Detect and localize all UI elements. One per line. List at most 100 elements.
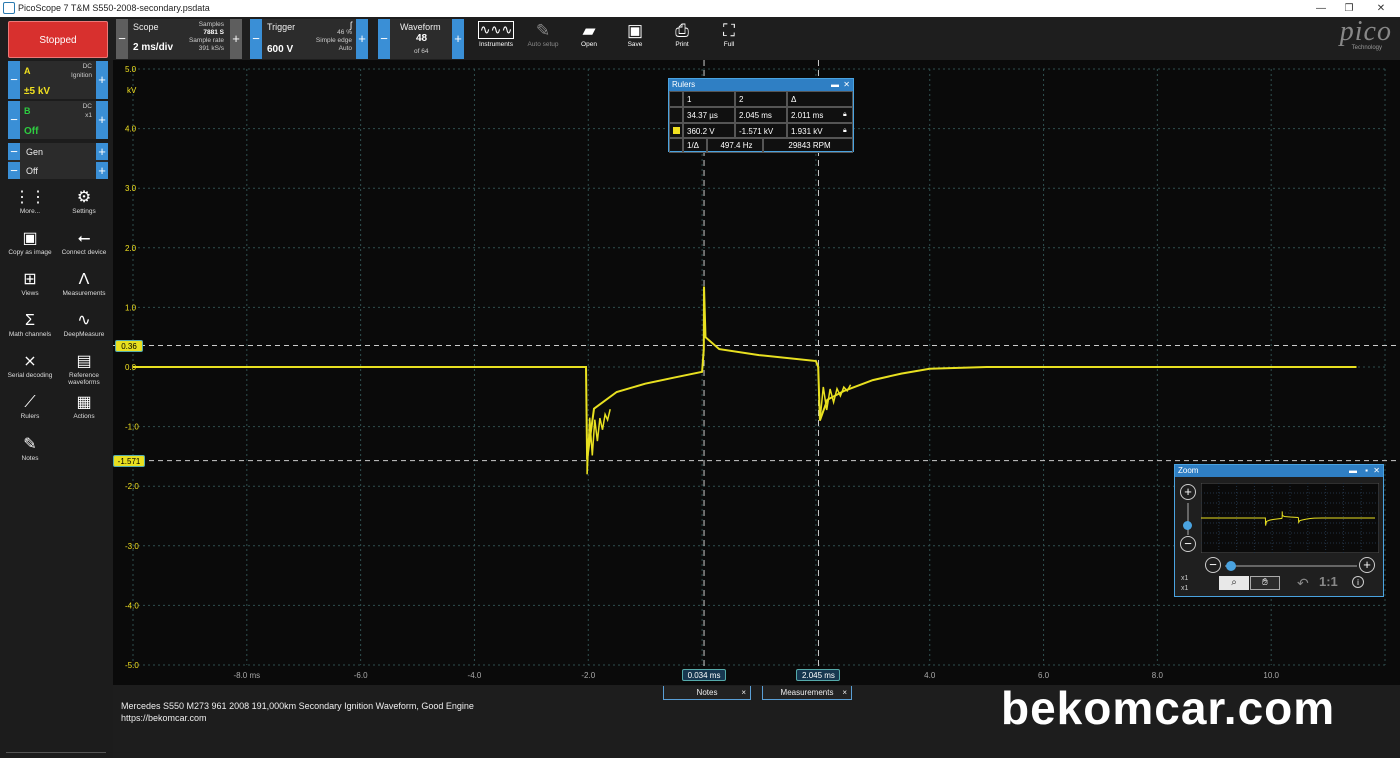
channel-a-range[interactable]: ±5 kV	[24, 86, 50, 97]
tab-measurements[interactable]: Measurements ×	[762, 686, 852, 700]
pico-logo: pico Technology	[1296, 18, 1392, 59]
side-tool-grid[interactable]: ⋮⋮ More...	[4, 188, 56, 215]
rulers-panel[interactable]: Rulers ▬ ✕ 1 2 Δ 34.37 µs 2.045 ms 2.011…	[668, 78, 854, 153]
close-button[interactable]: ✕	[1370, 1, 1392, 16]
save-button[interactable]: ▣ Save	[615, 21, 655, 48]
waveform-total: of 64	[414, 48, 429, 55]
notes-line-2[interactable]: https://bekomcar.com	[121, 713, 207, 723]
side-tool-serial[interactable]: ⨯ Serial decoding	[4, 352, 56, 379]
rulers-minimize-icon[interactable]: ▬	[831, 79, 839, 91]
gen-decrease[interactable]: −	[8, 143, 20, 160]
minimize-button[interactable]: —	[1310, 1, 1332, 16]
trigger-mode[interactable]: Auto	[310, 45, 352, 53]
rate-value[interactable]: 391 kS/s	[178, 45, 224, 53]
tab-notes[interactable]: Notes ×	[663, 686, 751, 700]
open-label: Open	[581, 41, 597, 48]
zoom-h-in-icon[interactable]: +	[1359, 557, 1375, 573]
waveform-ringing-1	[586, 409, 611, 475]
side-tool-label: Serial decoding	[7, 372, 53, 379]
timebase-increase-button[interactable]: +	[230, 19, 242, 59]
channel-b[interactable]: − B DC x1 Off +	[8, 101, 108, 139]
channel-a-increase[interactable]: +	[96, 61, 108, 99]
generator[interactable]: − Gen + − Off +	[8, 143, 108, 179]
instruments-button[interactable]: ∿∿∿ Instruments	[476, 21, 516, 48]
print-label: Print	[675, 41, 689, 48]
gen-state-increase[interactable]: +	[96, 162, 108, 179]
side-tool-gear[interactable]: ⚙ Settings	[58, 188, 110, 215]
print-button[interactable]: ⎙ Print	[662, 21, 702, 48]
trigger-decrease-button[interactable]: −	[250, 19, 262, 59]
rulers-close-icon[interactable]: ✕	[843, 79, 850, 91]
zoom-panel[interactable]: Zoom ▬ ▪ ✕ + − − + x1 x1 ⌕ ✋︎ ↶ 1:1 i	[1174, 464, 1384, 597]
rulers-panel-header[interactable]: Rulers ▬ ✕	[669, 79, 853, 91]
auto-setup-button[interactable]: ✎ Auto setup	[523, 21, 563, 48]
ruler-badge-h2[interactable]: -1.571	[113, 454, 145, 467]
trigger-level[interactable]: 600 V	[267, 44, 293, 55]
zoom-in-icon[interactable]: +	[1180, 484, 1196, 500]
timebase-decrease-button[interactable]: −	[116, 19, 128, 59]
channel-a[interactable]: − A DC Ignition ±5 kV +	[8, 61, 108, 99]
side-tool-actions[interactable]: ▦ Actions	[58, 393, 110, 420]
pan-tool-icon[interactable]: ✋︎	[1250, 576, 1280, 590]
zoom-reset-button[interactable]: 1:1	[1319, 574, 1338, 589]
full-button[interactable]: ⛶ Full	[709, 21, 749, 48]
info-icon[interactable]: i	[1352, 576, 1364, 588]
gen-state[interactable]: Off	[26, 166, 38, 176]
side-tool-measure[interactable]: Λ Measurements	[58, 270, 110, 297]
channel-a-probe[interactable]: Ignition	[62, 72, 92, 80]
channel-b-decrease[interactable]: −	[8, 101, 20, 139]
side-tool-image[interactable]: ▣ Copy as image	[4, 229, 56, 256]
channel-b-probe[interactable]: x1	[70, 112, 92, 120]
zoom-h-thumb[interactable]	[1226, 561, 1236, 571]
ruler-lock-icon-2[interactable]: 🔒︎	[843, 127, 847, 135]
ruler-badge-h1[interactable]: 0.36	[115, 339, 143, 352]
ruler-lock-icon[interactable]: 🔒︎	[843, 111, 847, 119]
y-tick-label: 4.0	[125, 125, 137, 134]
side-tool-notes[interactable]: ✎ Notes	[4, 435, 56, 462]
channel-a-coupling[interactable]: DC	[70, 63, 92, 71]
actions-icon: ▦	[76, 394, 92, 411]
zoom-minimize-icon[interactable]: ▬	[1349, 465, 1357, 477]
channel-b-name: B	[24, 106, 31, 116]
zoom-out-icon[interactable]: −	[1180, 536, 1196, 552]
ruler-badge-v1[interactable]: 0.034 ms	[682, 669, 727, 681]
zoom-v-thumb[interactable]	[1183, 521, 1192, 530]
zoom-overview[interactable]	[1201, 483, 1379, 553]
restore-button[interactable]: ❐	[1338, 1, 1360, 16]
channel-b-increase[interactable]: +	[96, 101, 108, 139]
tab-notes-close-icon[interactable]: ×	[741, 686, 746, 700]
waveform-prev-button[interactable]: −	[378, 19, 390, 59]
samples-value[interactable]: 7881 S	[178, 29, 224, 37]
channel-b-coupling[interactable]: DC	[70, 103, 92, 111]
tab-measurements-close-icon[interactable]: ×	[842, 686, 847, 700]
notes-line-1[interactable]: Mercedes S550 M273 961 2008 191,000km Se…	[121, 701, 474, 711]
gen-increase[interactable]: +	[96, 143, 108, 160]
ruler-rpm: 29843 RPM	[763, 137, 853, 153]
zoom-close-icon[interactable]: ✕	[1373, 465, 1380, 477]
trigger-increase-button[interactable]: +	[356, 19, 368, 59]
zoom-panel-header[interactable]: Zoom ▬ ▪ ✕	[1175, 465, 1383, 477]
zoom-tool-icon[interactable]: ⌕	[1219, 576, 1249, 590]
waveform-next-button[interactable]: +	[452, 19, 464, 59]
zoom-h-out-icon[interactable]: −	[1205, 557, 1221, 573]
waveform-current[interactable]: 48	[416, 33, 427, 44]
waveform-trace	[133, 286, 1357, 460]
side-tool-reference[interactable]: ▤ Reference waveforms	[58, 352, 110, 386]
side-tool-views[interactable]: ⊞ Views	[4, 270, 56, 297]
undo-zoom-icon[interactable]: ↶	[1297, 575, 1309, 592]
side-tool-usb[interactable]: ⭠ Connect device	[58, 229, 110, 256]
ruler-badge-v2[interactable]: 2.045 ms	[796, 669, 841, 681]
trigger-type[interactable]: Simple edge	[310, 37, 352, 45]
zoom-restore-icon[interactable]: ▪	[1365, 465, 1368, 477]
side-tool-deepmeasure[interactable]: ∿ DeepMeasure	[58, 311, 110, 338]
open-button[interactable]: ▰ Open	[569, 21, 609, 48]
timebase-value[interactable]: 2 ms/div	[133, 42, 173, 53]
run-stop-button[interactable]: Stopped	[8, 21, 108, 58]
channel-a-decrease[interactable]: −	[8, 61, 20, 99]
rising-edge-icon: ʃ	[350, 20, 352, 30]
side-tool-ruler[interactable]: ⟋ Rulers	[4, 393, 56, 420]
save-icon: ▣	[626, 21, 644, 40]
channel-b-range[interactable]: Off	[24, 126, 38, 137]
side-tool-sigma[interactable]: Σ Math channels	[4, 311, 56, 338]
gen-state-decrease[interactable]: −	[8, 162, 20, 179]
